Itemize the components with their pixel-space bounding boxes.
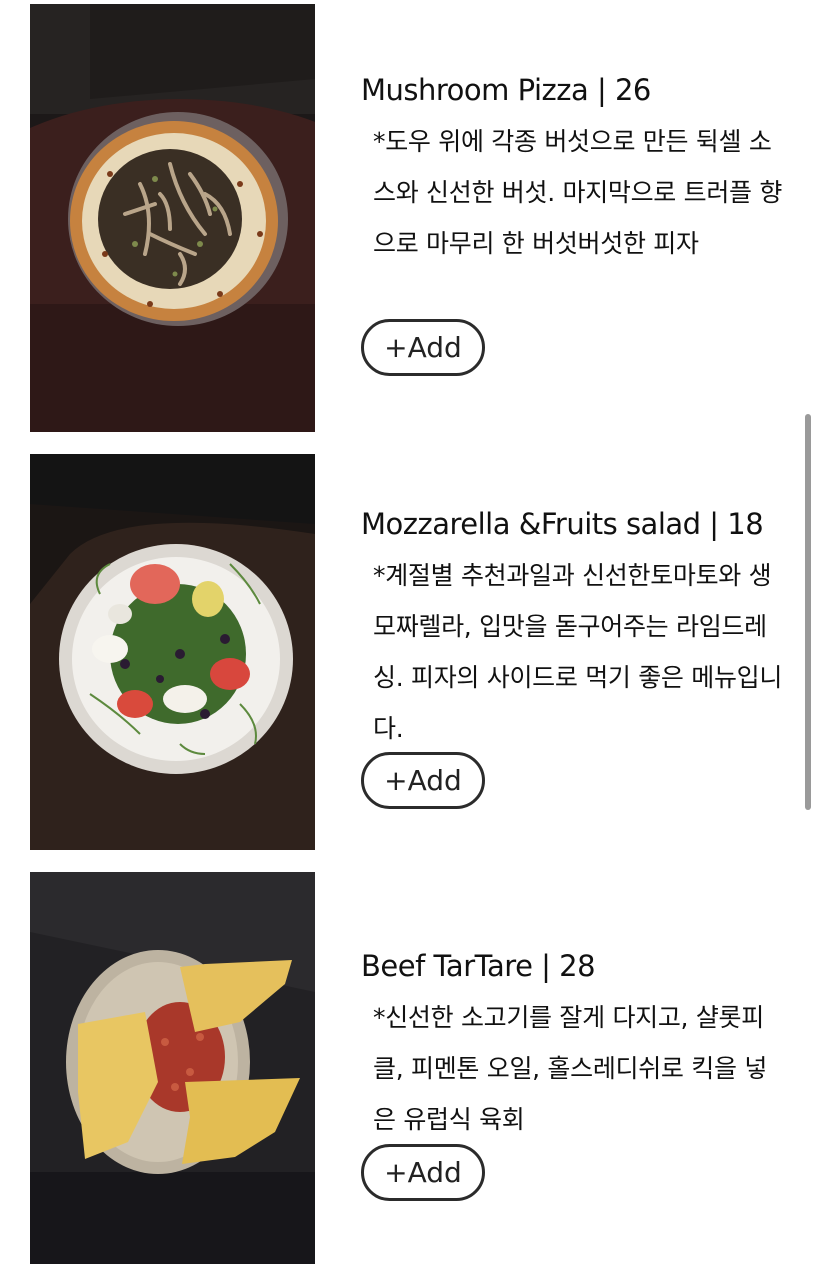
item-title: Mushroom Pizza | 26 bbox=[361, 73, 651, 107]
item-title: Beef TarTare | 28 bbox=[361, 949, 596, 983]
add-button[interactable]: +Add bbox=[361, 319, 485, 376]
add-button[interactable]: +Add bbox=[361, 1144, 485, 1201]
item-description: *도우 위에 각종 버섯으로 만든 뒥셀 소스와 신선한 버섯. 마지막으로 트… bbox=[373, 127, 783, 258]
add-button[interactable]: +Add bbox=[361, 752, 485, 809]
item-title: Mozzarella &Fruits salad | 18 bbox=[361, 507, 764, 541]
beef-tartare-photo[interactable] bbox=[30, 872, 315, 1264]
mushroom-pizza-photo[interactable] bbox=[30, 4, 315, 432]
item-description: *계절별 추천과일과 신선한토마토와 생모짜렐라, 입맛을 돋구어주는 라임드레… bbox=[373, 561, 783, 743]
scrollbar[interactable] bbox=[805, 414, 811, 810]
item-description: *신선한 소고기를 잘게 다지고, 샬롯피클, 피멘톤 오일, 홀스레디쉬로 킥… bbox=[373, 1003, 768, 1134]
mozzarella-salad-photo[interactable] bbox=[30, 454, 315, 850]
